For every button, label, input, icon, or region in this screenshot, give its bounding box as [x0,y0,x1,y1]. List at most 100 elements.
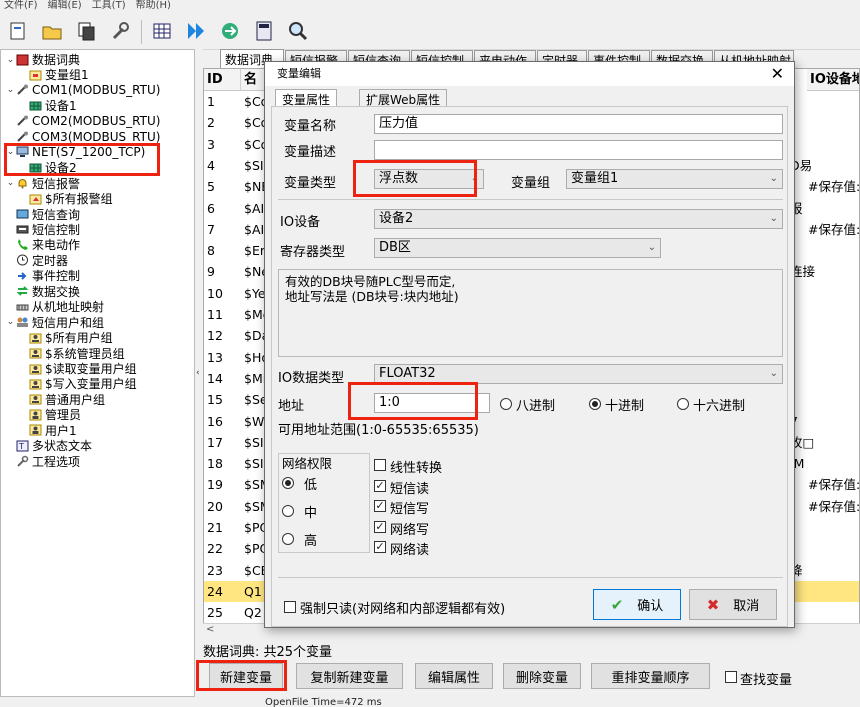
tree-item[interactable]: COM3(MODBUS_RTU) [5,129,160,144]
radix-octal-radio[interactable] [500,398,512,410]
reorder-variables-button[interactable]: 重排变量顺序 [591,663,710,689]
menu-tools[interactable]: 工具(T) [92,0,126,11]
tree-item[interactable]: 工程选项 [5,454,80,469]
tree-item[interactable]: 从机地址映射 [5,299,104,314]
table-cell-id: 7 [207,221,215,237]
tree-item[interactable]: $所有用户组 [18,330,113,345]
collapse-arrow-icon[interactable]: ‹ [196,368,202,380]
sms-control-icon [16,223,29,235]
tree-item[interactable]: 来电动作 [5,237,80,252]
copy-new-variable-button[interactable]: 复制新建变量 [296,663,403,689]
tree-item[interactable]: COM2(MODBUS_RTU) [5,114,160,129]
variable-name-field[interactable]: 压力值 [374,114,783,134]
radix-hex-label: 十六进制 [693,399,746,414]
menu-help[interactable]: 帮助(H) [136,0,171,11]
tree-item[interactable]: 设备1 [18,98,77,113]
variable-group-select[interactable]: 变量组1 ⌄ [566,169,783,189]
table-cell-name: $SI [244,456,264,472]
tree-item[interactable]: $所有报警组 [18,191,113,206]
delete-variable-button[interactable]: 删除变量 [503,663,581,689]
calculator-icon[interactable] [250,17,278,45]
io-device-select[interactable]: 设备2 ⌄ [374,209,783,229]
radix-decimal-radio[interactable] [589,398,601,410]
toolbar [0,14,860,50]
transfer-icon[interactable] [216,17,244,45]
search-icon[interactable] [284,17,312,45]
new-variable-button[interactable]: 新建变量 [209,663,283,689]
expand-chevron-icon[interactable]: ⌄ [5,317,16,327]
tree-item[interactable]: ⌄ 数据词典 [5,52,80,67]
tab-extended-web-properties[interactable]: 扩展Web属性 [359,89,448,107]
expand-chevron-icon[interactable]: ⌄ [5,178,16,188]
copy-icon[interactable] [72,17,100,45]
edit-properties-button[interactable]: 编辑属性 [415,663,493,689]
checkbox[interactable] [374,459,386,471]
chevron-down-icon: ⌄ [470,173,479,184]
tree-item[interactable]: 数据交换 [5,284,80,299]
tree-item[interactable]: $读取变量用户组 [18,361,137,376]
permission-low-label: 低 [304,478,318,493]
menu-file[interactable]: 文件(F) [4,0,38,11]
tree-item[interactable]: 事件控制 [5,268,80,283]
column-header-io-address[interactable]: IO设备地 [807,69,859,91]
tree-item[interactable]: 普通用户组 [18,392,105,407]
find-variable-checkbox[interactable] [725,671,737,683]
cancel-button[interactable]: ✖ 取消 [689,589,777,620]
checkbox[interactable]: ✓ [374,479,386,492]
tree-item-label: 短信查询 [32,207,81,222]
table-cell-id: 23 [207,562,223,578]
tree-item[interactable]: ⌄ NET(S7_1200_TCP) [5,145,146,160]
wrench-icon[interactable] [106,17,134,45]
open-icon[interactable] [38,17,66,45]
menu-edit[interactable]: 编辑(E) [48,0,82,11]
tree-item[interactable]: 设备2 [18,160,77,175]
radix-hex-radio[interactable] [677,398,689,410]
tree-item[interactable]: 短信查询 [5,207,80,222]
permission-low-radio[interactable] [282,477,294,489]
tree-item[interactable]: ⌄ 短信报警 [5,176,80,191]
checkbox[interactable]: ✓ [374,541,386,553]
grid-icon[interactable] [148,17,176,45]
register-type-select[interactable]: DB区 ⌄ [374,238,661,258]
tree-item[interactable]: ⌄ 短信用户和组 [5,315,104,330]
tree-item[interactable]: 用户1 [18,423,77,438]
address-field[interactable]: 1:0 [374,393,490,413]
table-cell-name: Q1 [244,583,262,599]
table-cell-id: 18 [207,456,223,472]
status-text: 数据词典: 共25个变量 [203,645,333,660]
permission-mid-radio[interactable] [282,505,294,517]
expand-chevron-icon[interactable]: ⌄ [5,55,16,65]
variable-description-field[interactable] [374,140,783,160]
tree-item[interactable]: 管理员 [18,407,81,422]
table-cell-name: $Ye [244,285,266,301]
tree-item-label: 短信报警 [32,176,81,191]
scroll-left-icon[interactable]: < [206,624,214,635]
tree-item[interactable]: 变量组1 [18,67,89,82]
properties-panel: 变量名称 压力值 变量描述 变量类型 浮点数 ⌄ 变量组 变量组1 ⌄ IO设备 设… [271,106,788,627]
register-type-value: DB区 [379,240,411,255]
expand-chevron-icon[interactable]: ⌄ [5,147,16,157]
permission-high-radio[interactable] [282,533,294,545]
table-cell-name: $AI [244,200,265,216]
expand-chevron-icon[interactable]: ⌄ [5,85,16,95]
tree-item[interactable]: T 多状态文本 [5,438,92,453]
confirm-button[interactable]: ✔ 确认 [593,589,681,620]
tree-item[interactable]: 短信控制 [5,222,80,237]
table-cell-r2: #保存值: [808,221,860,237]
io-data-type-select[interactable]: FLOAT32 ⌄ [374,364,783,384]
new-icon[interactable] [4,17,32,45]
device-icon [29,162,42,174]
table-cell-id: 8 [207,243,215,259]
tree-item[interactable]: $系统管理员组 [18,346,125,361]
tree-item[interactable]: $写入变量用户组 [18,376,137,391]
run-icon[interactable] [182,17,210,45]
tree-item-label: $系统管理员组 [45,346,125,361]
tree-item[interactable]: 定时器 [5,253,68,268]
checkbox[interactable]: ✓ [374,500,386,512]
variable-type-select[interactable]: 浮点数 ⌄ [374,169,484,189]
force-readonly-checkbox[interactable] [284,601,296,613]
checkbox[interactable]: ✓ [374,520,386,533]
close-icon[interactable]: ✕ [771,64,784,84]
column-header-id[interactable]: ID [204,69,241,91]
tree-item[interactable]: ⌄ COM1(MODBUS_RTU) [5,83,161,98]
